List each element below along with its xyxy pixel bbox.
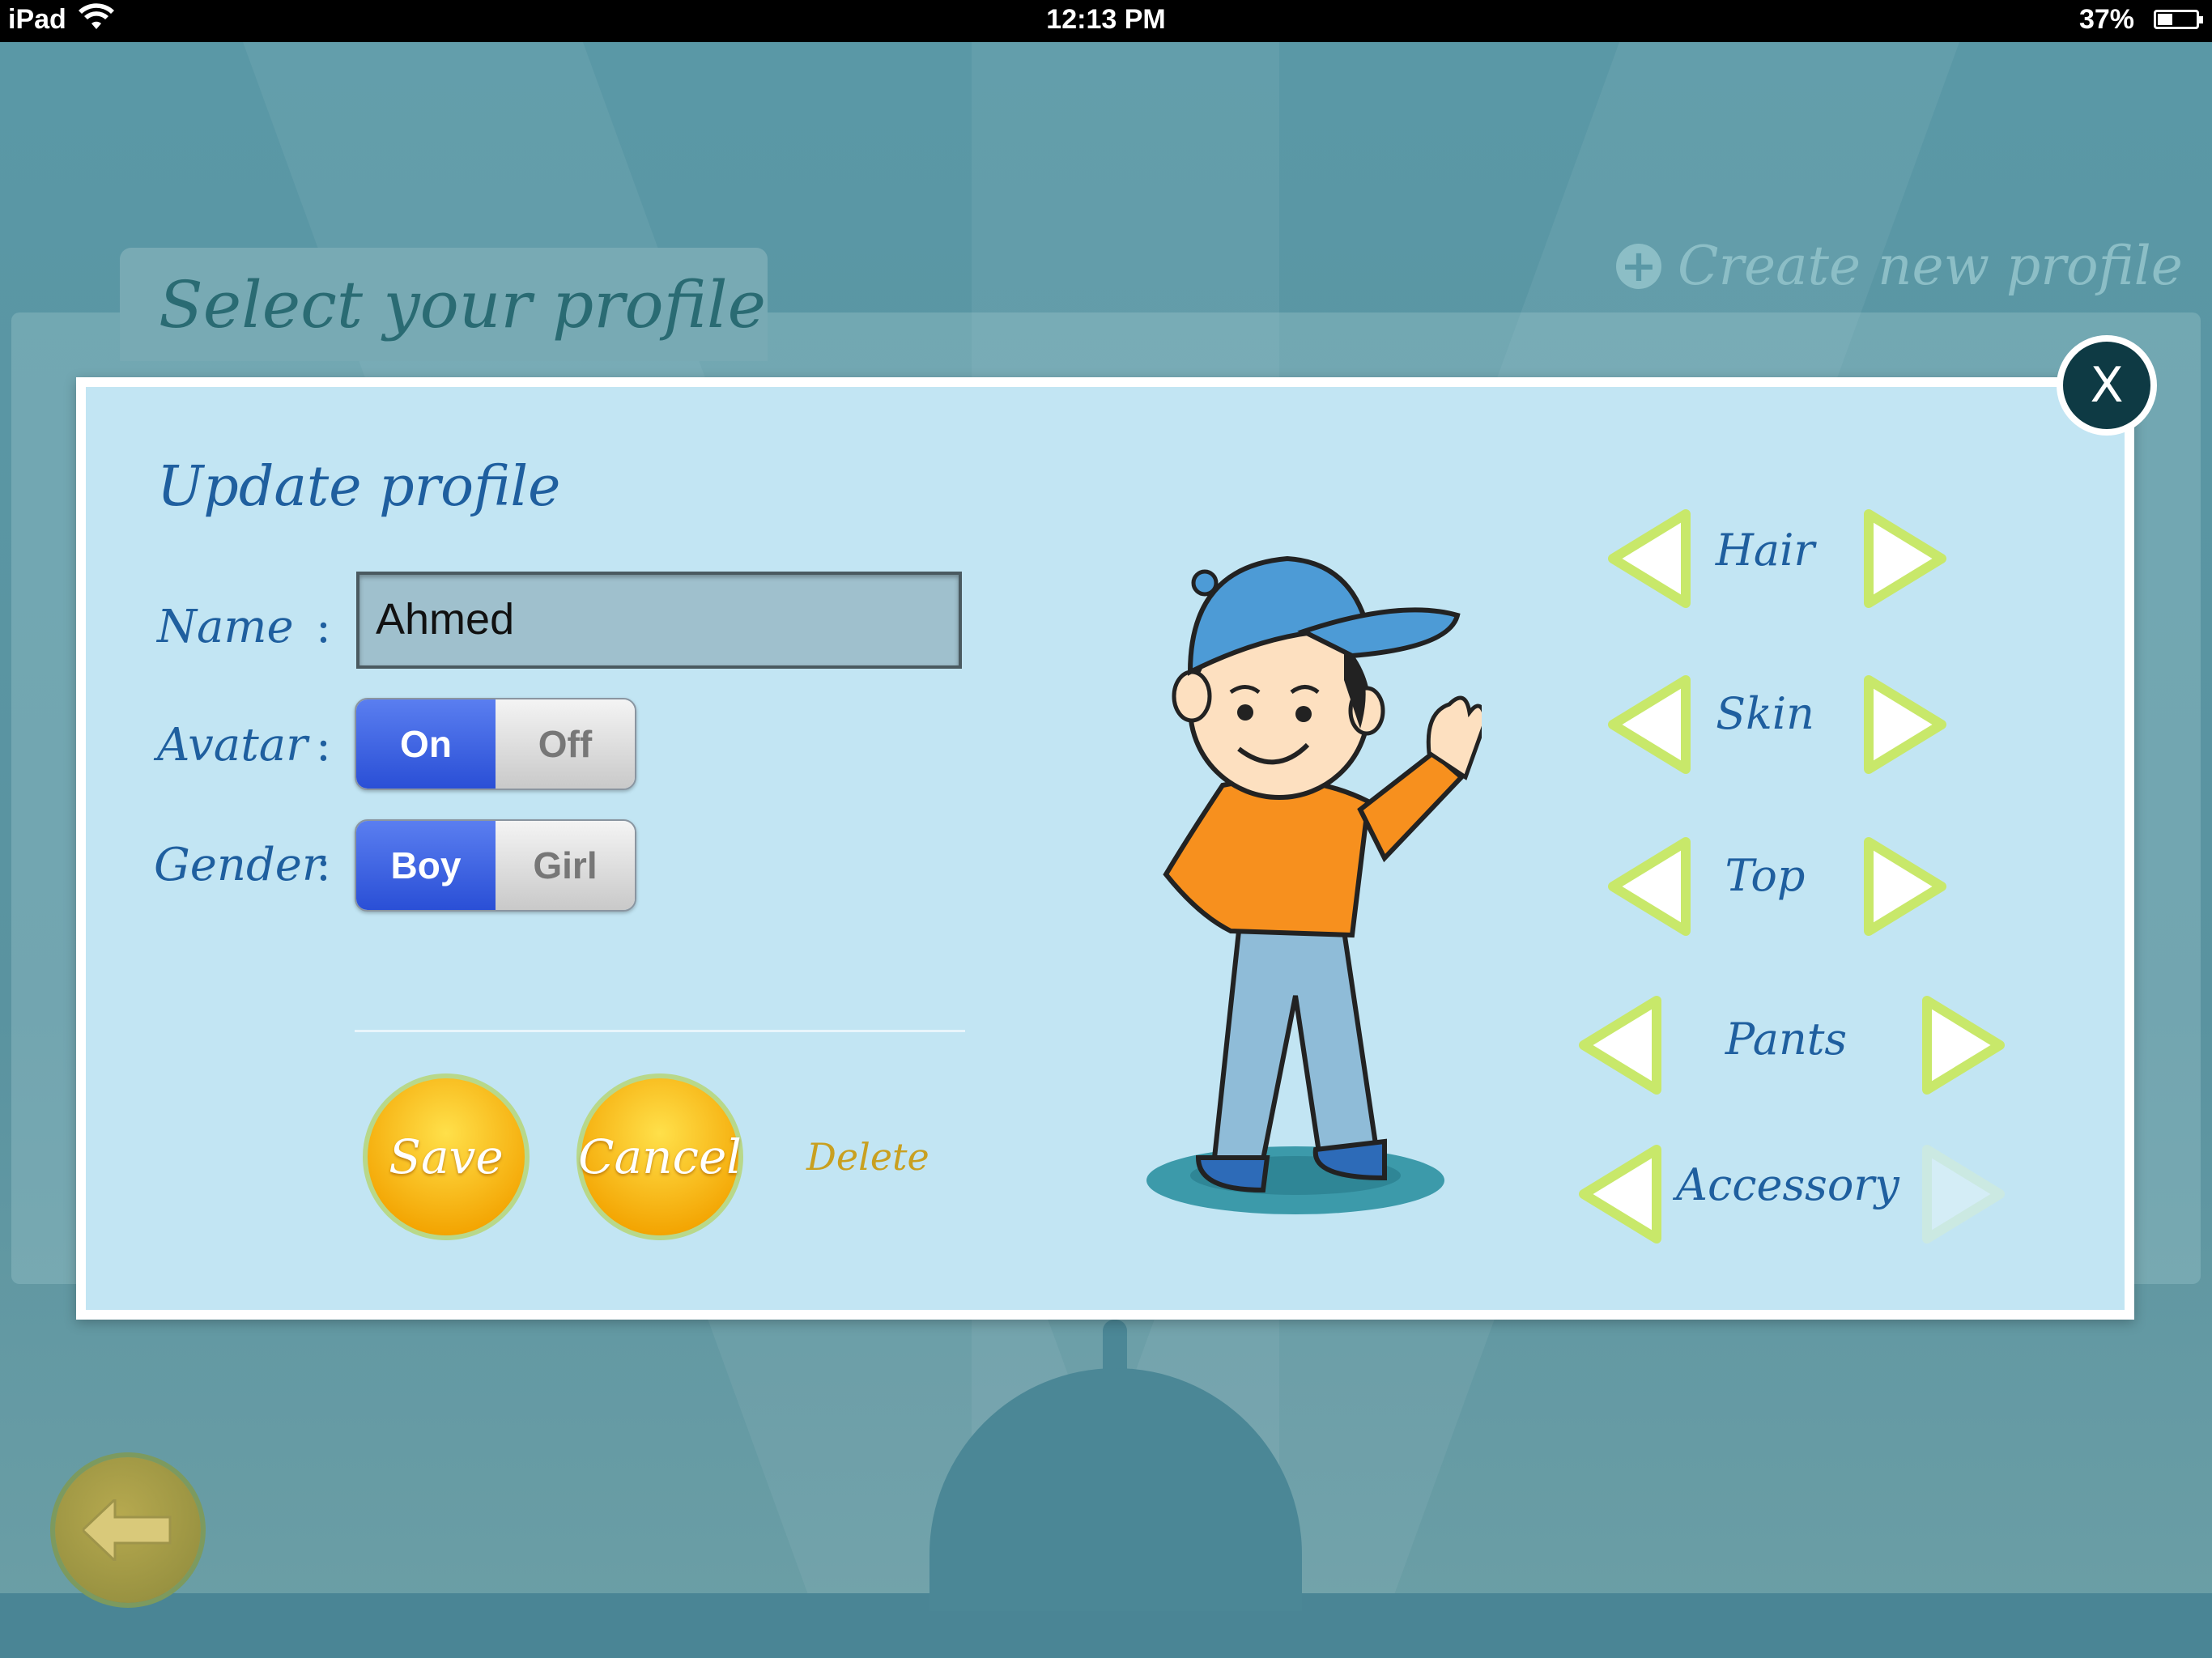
battery-percent: 37% [2078, 4, 2134, 35]
gender-colon: : [316, 839, 331, 891]
avatar-preview [1146, 555, 1482, 1214]
gender-label: Gender [154, 839, 324, 891]
back-button[interactable] [55, 1457, 201, 1603]
gender-boy-option[interactable]: Boy [356, 821, 496, 910]
dialog-title: Update profile [157, 455, 561, 519]
create-new-profile-button[interactable]: + Create new profile [1616, 235, 2183, 297]
accessory-prev-arrow-icon[interactable] [1576, 1141, 1673, 1247]
battery-icon [2154, 10, 2203, 29]
divider [355, 1030, 965, 1032]
save-button[interactable]: Save [363, 1073, 530, 1240]
name-label: Name [157, 601, 294, 653]
pants-next-arrow-icon[interactable] [1911, 993, 2008, 1098]
avatar-off-option[interactable]: Off [496, 699, 635, 789]
skin-next-arrow-icon[interactable] [1853, 672, 1950, 777]
gender-toggle[interactable]: Boy Girl [355, 819, 636, 912]
avatar-on-option[interactable]: On [356, 699, 496, 789]
name-input[interactable]: Ahmed [356, 572, 962, 669]
page-title: Select your profile [159, 267, 766, 342]
top-next-arrow-icon[interactable] [1853, 834, 1950, 939]
pants-prev-arrow-icon[interactable] [1576, 993, 1673, 1098]
name-colon: : [316, 601, 331, 653]
back-arrow-icon [83, 1499, 172, 1561]
create-new-profile-label: Create new profile [1678, 235, 2183, 297]
cancel-button[interactable]: Cancel [576, 1073, 743, 1240]
status-bar: iPad 12:13 PM 37% [0, 0, 2212, 42]
delete-link[interactable]: Delete [806, 1135, 929, 1179]
plus-icon: + [1616, 243, 1661, 289]
avatar-colon: : [316, 719, 331, 772]
clock: 12:13 PM [1046, 4, 1166, 35]
gender-girl-option[interactable]: Girl [496, 821, 635, 910]
avatar-label: Avatar [157, 719, 308, 772]
accessory-next-arrow-icon[interactable] [1911, 1141, 2008, 1247]
skin-label: Skin [1716, 688, 1814, 739]
pants-label: Pants [1725, 1014, 1848, 1065]
hair-next-arrow-icon[interactable] [1853, 506, 1950, 611]
top-label: Top [1725, 850, 1806, 901]
close-button[interactable]: X [2057, 335, 2157, 436]
accessory-label: Accessory [1676, 1159, 1899, 1210]
avatar-toggle[interactable]: On Off [355, 698, 636, 790]
hair-label: Hair [1715, 525, 1815, 576]
